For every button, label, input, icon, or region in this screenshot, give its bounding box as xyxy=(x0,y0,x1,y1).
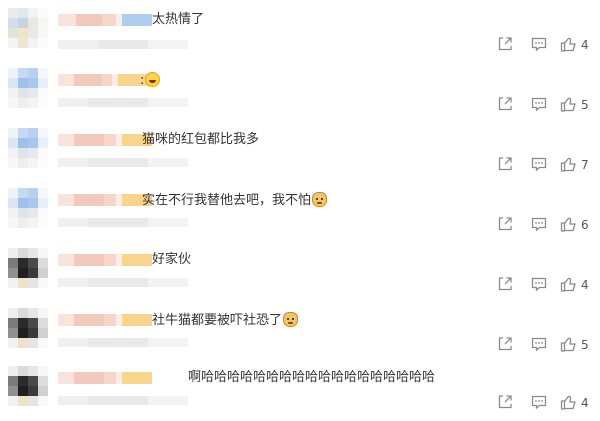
comment-icon[interactable] xyxy=(531,96,547,112)
like-count: 4 xyxy=(581,38,589,52)
avatar[interactable] xyxy=(8,128,48,168)
share-icon[interactable] xyxy=(497,394,513,410)
thumbs-up-icon[interactable] xyxy=(560,394,576,410)
share-icon[interactable] xyxy=(497,156,513,172)
comment-actions: 7 xyxy=(497,156,597,174)
share-icon[interactable] xyxy=(497,336,513,352)
avatar[interactable] xyxy=(8,248,48,288)
username-blurred[interactable] xyxy=(58,254,152,266)
share-icon[interactable] xyxy=(497,276,513,292)
comment-actions: 5 xyxy=(497,96,597,114)
doge-emoji-icon xyxy=(283,312,299,327)
like-count: 5 xyxy=(581,338,589,352)
comment-text: 太热情了 xyxy=(152,12,205,27)
comment-text: 好家伙 xyxy=(152,252,192,267)
comment-icon[interactable] xyxy=(531,336,547,352)
timestamp-blurred xyxy=(58,40,188,49)
comment-item: : 5 xyxy=(0,60,600,118)
share-icon[interactable] xyxy=(497,216,513,232)
like-count: 4 xyxy=(581,396,589,410)
avatar[interactable] xyxy=(8,366,48,406)
share-icon[interactable] xyxy=(497,36,513,52)
share-icon[interactable] xyxy=(497,96,513,112)
thumbs-up-icon[interactable] xyxy=(560,276,576,292)
doge-emoji-icon xyxy=(312,192,328,207)
avatar[interactable] xyxy=(8,8,48,48)
comment-item: 太热情了 4 xyxy=(0,0,600,58)
comment-icon[interactable] xyxy=(531,156,547,172)
like-count: 7 xyxy=(581,158,589,172)
comment-text: : xyxy=(140,72,161,89)
comment-actions: 4 xyxy=(497,36,597,54)
comment-icon[interactable] xyxy=(531,36,547,52)
timestamp-blurred xyxy=(58,338,188,347)
comment-icon[interactable] xyxy=(531,216,547,232)
comment-item: 实在不行我替他去吧，我不怕 6 xyxy=(0,180,600,238)
comment-icon[interactable] xyxy=(531,394,547,410)
timestamp-blurred xyxy=(58,278,188,287)
comment-text: 社牛猫都要被吓社恐了 xyxy=(152,312,299,329)
comment-text: 啊哈哈哈哈哈哈哈哈哈哈哈哈哈哈哈哈哈哈 xyxy=(188,370,436,385)
comment-item: 猫咪的红包都比我多 7 xyxy=(0,120,600,178)
laughing-emoji-icon xyxy=(145,72,161,87)
comment-actions: 4 xyxy=(497,276,597,294)
thumbs-up-icon[interactable] xyxy=(560,156,576,172)
like-count: 4 xyxy=(581,278,589,292)
comment-icon[interactable] xyxy=(531,276,547,292)
comment-actions: 6 xyxy=(497,216,597,234)
thumbs-up-icon[interactable] xyxy=(560,216,576,232)
timestamp-blurred xyxy=(58,158,188,167)
comment-text: 实在不行我替他去吧，我不怕 xyxy=(142,192,328,209)
username-blurred[interactable] xyxy=(58,74,152,86)
thumbs-up-icon[interactable] xyxy=(560,36,576,52)
avatar[interactable] xyxy=(8,308,48,348)
username-blurred[interactable] xyxy=(58,14,152,26)
like-count: 5 xyxy=(581,98,589,112)
timestamp-blurred xyxy=(58,218,188,227)
comment-item: 社牛猫都要被吓社恐了 5 xyxy=(0,300,600,358)
username-blurred[interactable] xyxy=(58,372,152,384)
like-count: 6 xyxy=(581,218,589,232)
comment-actions: 5 xyxy=(497,336,597,354)
comment-item: 啊哈哈哈哈哈哈哈哈哈哈哈哈哈哈哈哈哈哈 4 xyxy=(0,358,600,416)
thumbs-up-icon[interactable] xyxy=(560,336,576,352)
username-blurred[interactable] xyxy=(58,314,152,326)
timestamp-blurred xyxy=(58,396,188,405)
comment-item: 好家伙 4 xyxy=(0,240,600,298)
username-blurred[interactable] xyxy=(58,194,152,206)
avatar[interactable] xyxy=(8,68,48,108)
comment-text: 猫咪的红包都比我多 xyxy=(142,132,260,147)
username-blurred[interactable] xyxy=(58,134,152,146)
comment-actions: 4 xyxy=(497,394,597,412)
thumbs-up-icon[interactable] xyxy=(560,96,576,112)
timestamp-blurred xyxy=(58,98,188,107)
avatar[interactable] xyxy=(8,188,48,228)
